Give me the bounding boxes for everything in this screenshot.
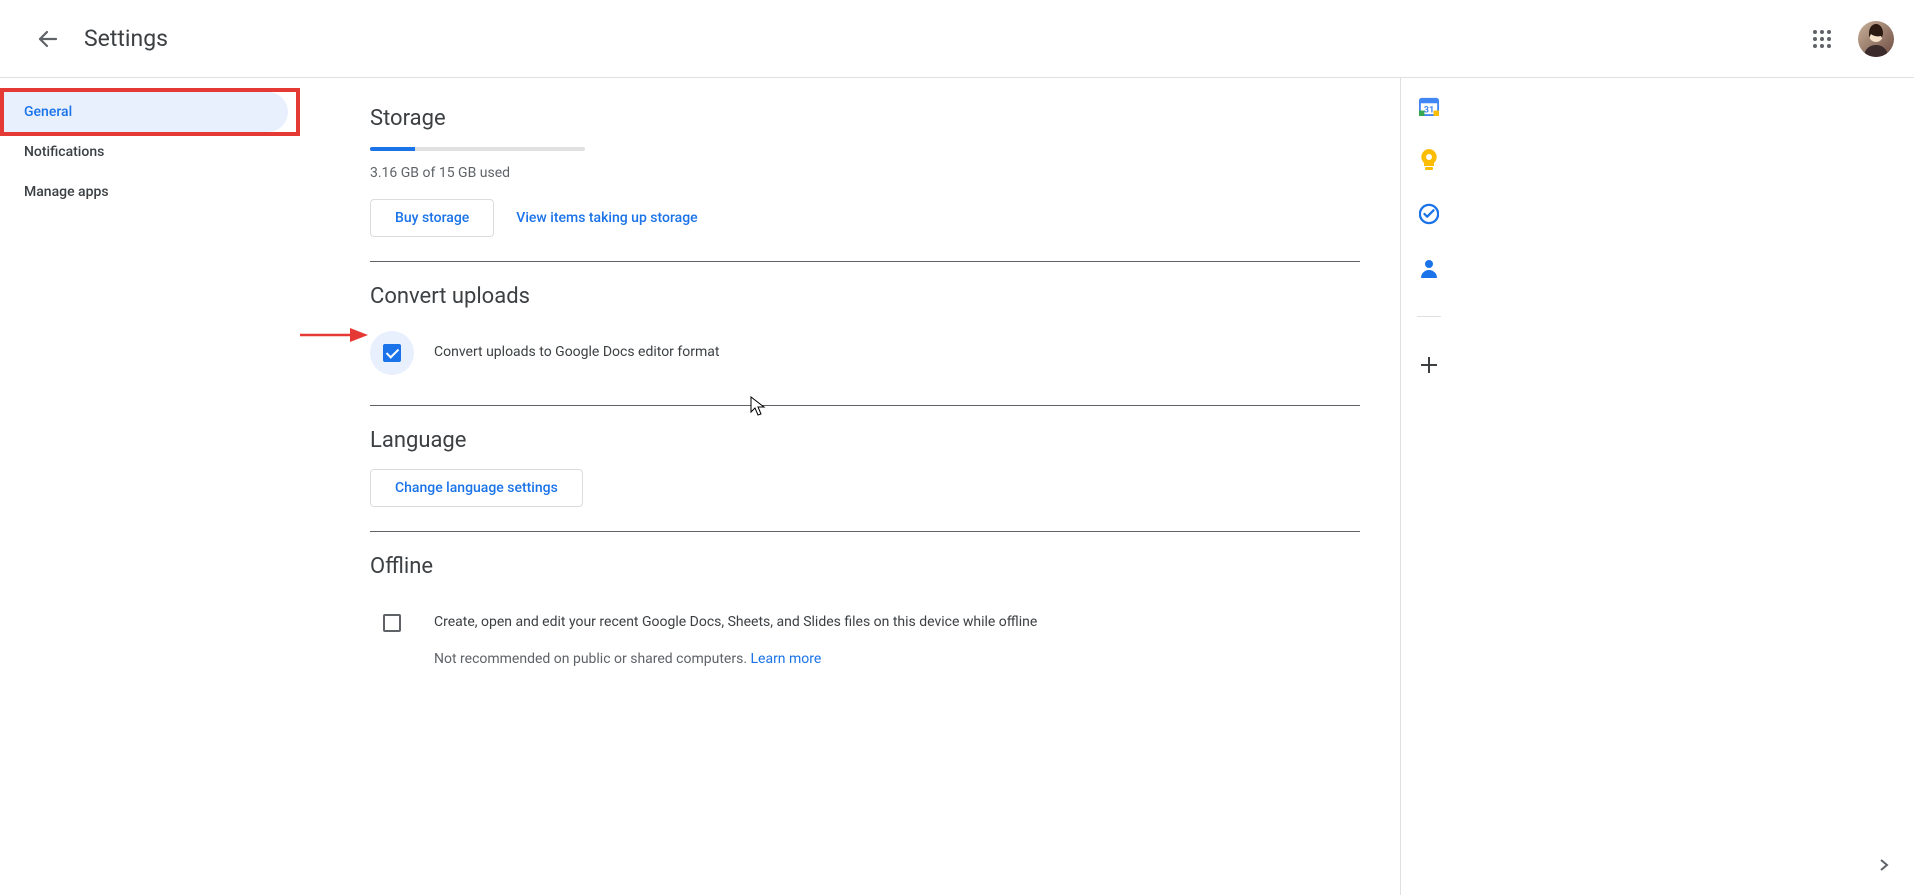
offline-label-text: Create, open and edit your recent Google…: [434, 614, 1037, 630]
sidepanel-separator: [1417, 316, 1441, 317]
convert-uploads-checkbox[interactable]: [383, 344, 401, 362]
keep-icon: [1419, 149, 1439, 171]
app-header: Settings: [0, 0, 1914, 78]
section-title-convert: Convert uploads: [370, 284, 1360, 309]
view-storage-link[interactable]: View items taking up storage: [516, 210, 697, 226]
hide-sidepanel-button[interactable]: [1868, 849, 1900, 881]
storage-progress: [370, 147, 585, 151]
offline-note-text: Not recommended on public or shared comp…: [434, 651, 750, 667]
page-title: Settings: [84, 25, 168, 52]
section-title-language: Language: [370, 428, 1360, 453]
tasks-icon: [1419, 203, 1439, 225]
addon-sidepanel: 31: [1400, 78, 1456, 895]
offline-note: Not recommended on public or shared comp…: [434, 649, 1037, 670]
tasks-addon[interactable]: [1419, 204, 1439, 224]
back-button[interactable]: [24, 15, 72, 63]
annotation-arrow: [300, 320, 370, 350]
section-title-storage: Storage: [370, 106, 1360, 131]
convert-checkbox-halo: [370, 331, 414, 375]
header-right: [1802, 0, 1894, 78]
sidebar-item-notifications[interactable]: Notifications: [0, 132, 288, 172]
offline-checkbox-label: Create, open and edit your recent Google…: [434, 601, 1037, 670]
section-title-offline: Offline: [370, 554, 1360, 579]
app-body: General Notifications Manage apps Storag…: [0, 78, 1914, 895]
google-apps-button[interactable]: [1802, 19, 1842, 59]
calendar-addon[interactable]: 31: [1419, 96, 1439, 116]
section-offline: Offline Create, open and edit your recen…: [370, 531, 1360, 684]
plus-icon: [1419, 355, 1439, 375]
change-language-button[interactable]: Change language settings: [370, 469, 583, 507]
contacts-addon[interactable]: [1419, 258, 1439, 278]
apps-grid-icon: [1812, 29, 1832, 49]
convert-uploads-label: Convert uploads to Google Docs editor fo…: [434, 331, 719, 363]
chevron-right-icon: [1877, 858, 1891, 872]
storage-progress-fill: [370, 147, 415, 151]
avatar-icon: [1858, 21, 1894, 57]
section-language: Language Change language settings: [370, 405, 1360, 515]
get-addons-button[interactable]: [1419, 355, 1439, 375]
storage-usage-text: 3.16 GB of 15 GB used: [370, 165, 1360, 181]
settings-main: Storage 3.16 GB of 15 GB used Buy storag…: [300, 78, 1400, 895]
arrow-left-icon: [36, 27, 60, 51]
sidebar-item-manage-apps[interactable]: Manage apps: [0, 172, 288, 212]
section-storage: Storage 3.16 GB of 15 GB used Buy storag…: [370, 98, 1360, 245]
offline-checkbox-halo: [370, 601, 414, 645]
calendar-icon: 31: [1419, 95, 1439, 117]
offline-learn-more-link[interactable]: Learn more: [750, 651, 821, 667]
settings-sidebar: General Notifications Manage apps: [0, 78, 300, 895]
sidebar-item-general[interactable]: General: [0, 92, 288, 132]
account-avatar[interactable]: [1858, 21, 1894, 57]
buy-storage-button[interactable]: Buy storage: [370, 199, 494, 237]
offline-checkbox[interactable]: [383, 614, 401, 632]
contacts-icon: [1419, 258, 1439, 278]
keep-addon[interactable]: [1419, 150, 1439, 170]
svg-text:31: 31: [1423, 105, 1433, 115]
section-convert-uploads: Convert uploads Convert uploads to Googl…: [370, 261, 1360, 389]
